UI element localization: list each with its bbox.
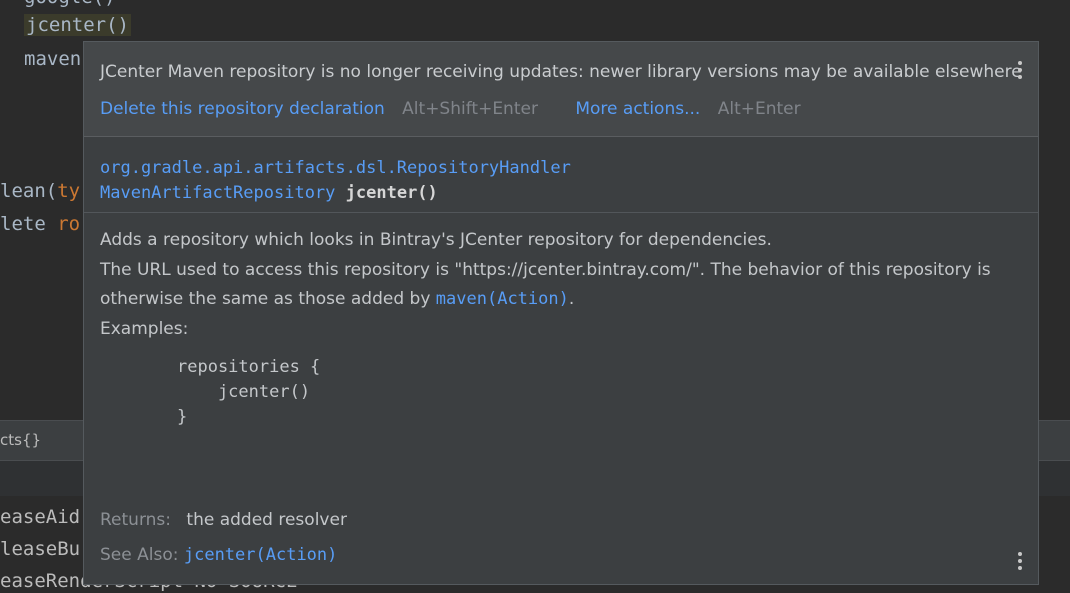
code-line: lean(ty xyxy=(0,180,81,202)
description-line: Adds a repository which looks in Bintray… xyxy=(100,230,772,250)
see-also-link[interactable]: jcenter(Action) xyxy=(184,545,338,565)
documentation-popup: JCenter Maven repository is no longer re… xyxy=(83,41,1039,585)
more-actions-link[interactable]: More actions... xyxy=(575,99,700,119)
examples-label: Examples: xyxy=(100,319,189,339)
delete-repository-link[interactable]: Delete this repository declaration xyxy=(100,99,385,119)
description-line: The URL used to access this repository i… xyxy=(100,259,991,310)
method-signature: org.gradle.api.artifacts.dsl.RepositoryH… xyxy=(100,156,571,206)
console-line: easeAid xyxy=(0,506,81,528)
code-line: google() xyxy=(24,0,116,8)
see-also-section: See Also: jcenter(Action) xyxy=(100,545,337,565)
method-name: jcenter() xyxy=(345,183,438,203)
code-line: maven xyxy=(24,48,82,70)
more-actions-shortcut: Alt+Enter xyxy=(717,99,801,119)
kebab-menu-icon[interactable] xyxy=(1018,552,1024,573)
console-line: leaseBu xyxy=(0,538,81,560)
example-code: repositories { jcenter()} xyxy=(177,357,321,427)
maven-action-link[interactable]: maven(Action) xyxy=(436,289,569,309)
delete-shortcut: Alt+Shift+Enter xyxy=(402,99,538,119)
returns-value: the added resolver xyxy=(186,510,347,530)
warning-message: JCenter Maven repository is no longer re… xyxy=(100,62,1022,82)
breadcrumb-item[interactable]: cts{} xyxy=(0,431,41,449)
return-type-link[interactable]: MavenArtifactRepository xyxy=(100,183,335,203)
code-line-jcenter[interactable]: jcenter() xyxy=(24,14,131,36)
description: Adds a repository which looks in Bintray… xyxy=(100,226,1020,315)
quick-fix-actions: Delete this repository declaration Alt+S… xyxy=(100,99,801,119)
class-name-link[interactable]: org.gradle.api.artifacts.dsl.RepositoryH… xyxy=(100,156,571,181)
kebab-menu-icon[interactable] xyxy=(1018,61,1024,82)
inspection-warning: JCenter Maven repository is no longer re… xyxy=(84,42,1038,137)
returns-section: Returns: the added resolver xyxy=(100,510,347,530)
returns-label: Returns: xyxy=(100,510,171,530)
divider xyxy=(84,212,1038,213)
see-also-label: See Also: xyxy=(100,545,179,565)
code-line: lete ro xyxy=(0,213,81,235)
